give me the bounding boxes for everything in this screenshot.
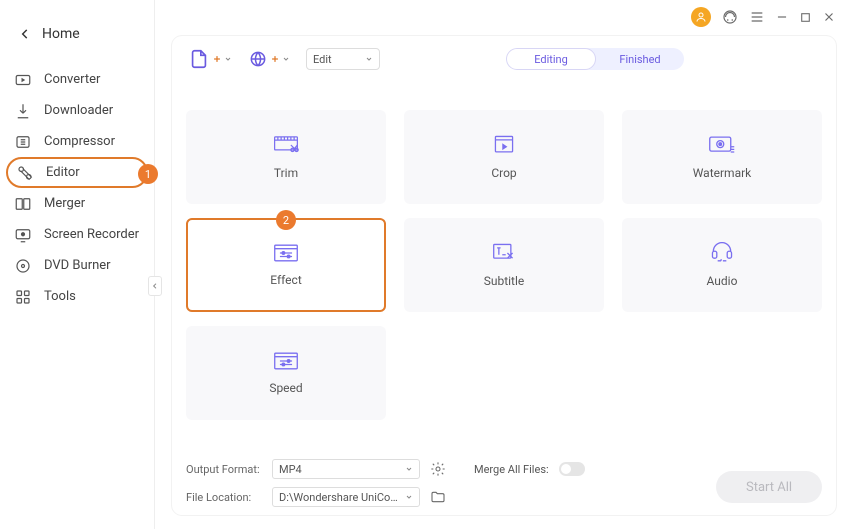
nav-label: Editor: [46, 165, 80, 180]
downloader-icon: [14, 102, 32, 120]
card-label: Watermark: [693, 166, 752, 180]
back-icon[interactable]: [18, 27, 32, 41]
sidebar-item-screen-recorder[interactable]: Screen Recorder: [0, 219, 154, 250]
speed-icon: [273, 351, 299, 371]
audio-icon: [709, 242, 735, 264]
nav-list: Converter Downloader Compressor Editor 1…: [0, 64, 154, 312]
sidebar-header: Home: [0, 26, 154, 64]
minimize-icon[interactable]: [775, 10, 789, 24]
sidebar-item-downloader[interactable]: Downloader: [0, 95, 154, 126]
callout-badge-2: 2: [276, 210, 296, 230]
tab-finished[interactable]: Finished: [596, 48, 684, 70]
sidebar-item-tools[interactable]: Tools: [0, 281, 154, 312]
file-location-label: File Location:: [186, 491, 262, 504]
card-speed[interactable]: Speed: [186, 326, 386, 420]
card-trim[interactable]: Trim: [186, 110, 386, 204]
maximize-icon[interactable]: [799, 11, 812, 24]
callout-badge-1: 1: [138, 164, 158, 184]
collapse-sidebar-handle[interactable]: [148, 276, 162, 296]
output-format-value: MP4: [279, 463, 302, 476]
file-location-value: D:\Wondershare UniConverter 1: [279, 491, 399, 504]
sidebar-item-dvd-burner[interactable]: DVD Burner: [0, 250, 154, 281]
card-label: Subtitle: [484, 274, 525, 288]
file-location-select[interactable]: D:\Wondershare UniConverter 1: [272, 487, 420, 507]
card-effect[interactable]: 2 Effect: [186, 218, 386, 312]
compressor-icon: [14, 133, 32, 151]
topbar: Edit Editing Finished: [172, 36, 836, 82]
card-label: Audio: [707, 274, 738, 288]
effect-icon: [273, 243, 299, 263]
dvd-burner-icon: [14, 257, 32, 275]
close-icon[interactable]: [822, 10, 836, 24]
sidebar-item-compressor[interactable]: Compressor: [0, 126, 154, 157]
merge-files-label: Merge All Files:: [474, 463, 549, 476]
mode-select[interactable]: Edit: [306, 48, 380, 70]
sidebar: Home Converter Downloader Compressor Edi…: [0, 0, 155, 529]
avatar[interactable]: [691, 7, 711, 27]
card-audio[interactable]: Audio: [622, 218, 822, 312]
mode-select-value: Edit: [313, 53, 332, 66]
add-file-button[interactable]: [188, 48, 232, 70]
card-label: Trim: [274, 166, 298, 180]
merge-files-toggle[interactable]: [559, 462, 585, 476]
nav-label: DVD Burner: [44, 258, 111, 273]
stage-segmented: Editing Finished: [506, 48, 684, 70]
settings-icon[interactable]: [430, 461, 446, 477]
title-bar: [691, 0, 850, 34]
nav-label: Converter: [44, 72, 100, 87]
subtitle-icon: [492, 242, 516, 264]
card-subtitle[interactable]: Subtitle: [404, 218, 604, 312]
tool-grid: Trim Crop Watermark 2 Effect Subtitle Au…: [172, 82, 836, 420]
start-all-button[interactable]: Start All: [716, 471, 822, 503]
card-label: Effect: [270, 273, 302, 287]
screen-recorder-icon: [14, 226, 32, 244]
output-format-label: Output Format:: [186, 463, 262, 476]
nav-label: Downloader: [44, 103, 113, 118]
sidebar-item-merger[interactable]: Merger: [0, 188, 154, 219]
main-panel: Edit Editing Finished Trim Crop Watermar…: [172, 36, 836, 515]
tools-icon: [14, 288, 32, 306]
bottom-bar: Output Format: MP4 Merge All Files: File…: [186, 459, 822, 507]
card-crop[interactable]: Crop: [404, 110, 604, 204]
crop-icon: [492, 134, 516, 156]
nav-label: Merger: [44, 196, 85, 211]
add-url-button[interactable]: [248, 49, 290, 69]
card-watermark[interactable]: Watermark: [622, 110, 822, 204]
sidebar-item-converter[interactable]: Converter: [0, 64, 154, 95]
nav-label: Compressor: [44, 134, 115, 149]
support-icon[interactable]: [721, 8, 739, 26]
nav-label: Screen Recorder: [44, 227, 139, 242]
tab-editing[interactable]: Editing: [506, 48, 596, 70]
nav-label: Tools: [44, 289, 76, 304]
trim-icon: [273, 134, 299, 156]
sidebar-item-editor[interactable]: Editor 1: [6, 157, 148, 188]
folder-open-icon[interactable]: [430, 489, 446, 505]
start-all-label: Start All: [746, 480, 792, 495]
menu-icon[interactable]: [749, 9, 765, 25]
converter-icon: [14, 71, 32, 89]
editor-icon: [16, 164, 34, 182]
watermark-icon: [708, 134, 736, 156]
sidebar-title: Home: [42, 26, 80, 42]
merger-icon: [14, 195, 32, 213]
card-label: Speed: [269, 381, 302, 395]
output-format-select[interactable]: MP4: [272, 459, 420, 479]
card-label: Crop: [491, 166, 516, 180]
